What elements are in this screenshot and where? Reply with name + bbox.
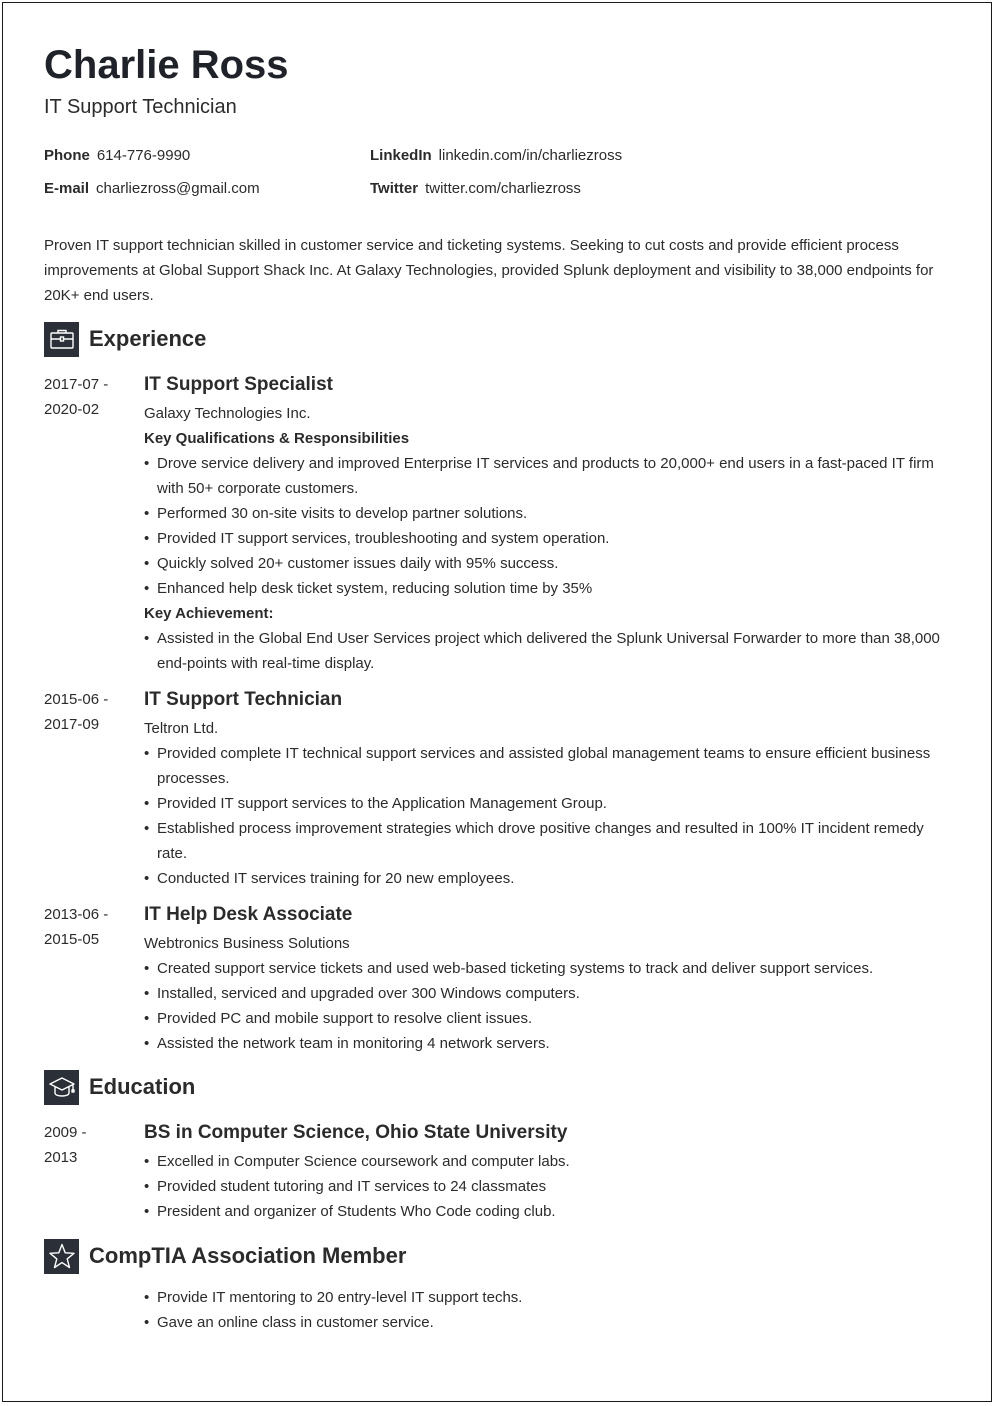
contact-email-value: charliezross@gmail.com xyxy=(96,180,260,197)
summary: Proven IT support technician skilled in … xyxy=(44,237,934,304)
list-item: Provided IT support services, troublesho… xyxy=(144,526,944,551)
entry-start-date: 2009 - xyxy=(44,1124,87,1141)
contact-phone-label: Phone xyxy=(44,147,90,164)
candidate-name: Charlie Ross xyxy=(44,43,289,87)
membership-section-title: CompTIA Association Member xyxy=(89,1243,407,1268)
contact-email: E-mail charliezross@gmail.com xyxy=(44,180,260,197)
briefcase-icon xyxy=(44,321,79,357)
entry-end-date: 2017-09 xyxy=(44,716,100,733)
star-icon xyxy=(44,1238,79,1274)
contact-linkedin-label: LinkedIn xyxy=(370,147,432,164)
job-title: IT Support Specialist xyxy=(144,374,333,395)
list-item: Provided PC and mobile support to resolv… xyxy=(144,1006,944,1031)
experience-section-title: Experience xyxy=(89,326,207,351)
list-item: Established process improvement strategi… xyxy=(144,816,944,866)
entry-end-date: 2015-05 xyxy=(44,931,100,948)
membership-section-header: CompTIA Association Member xyxy=(44,1238,406,1274)
entry-start-date: 2017-07 - xyxy=(44,376,109,393)
company-name: Galaxy Technologies Inc. xyxy=(144,405,311,422)
list-item: Quickly solved 20+ customer issues daily… xyxy=(144,551,944,576)
subheading-qualifications: Key Qualifications & Responsibilities xyxy=(144,430,410,447)
list-item: Conducted IT services training for 20 ne… xyxy=(144,866,944,891)
entry-end-date: 2020-02 xyxy=(44,401,100,418)
contact-twitter-value: twitter.com/charliezross xyxy=(425,180,581,197)
responsibility-list: Created support service tickets and used… xyxy=(144,956,944,1056)
contact-linkedin: LinkedIn linkedin.com/in/charliezross xyxy=(370,147,622,164)
responsibility-list: Provided complete IT technical support s… xyxy=(144,741,944,891)
company-name: Teltron Ltd. xyxy=(144,720,219,737)
list-item: Provided IT support services to the Appl… xyxy=(144,791,944,816)
list-item: Assisted the network team in monitoring … xyxy=(144,1031,944,1056)
entry-dates: 2017-07 - 2020-02 xyxy=(44,372,134,422)
list-item: Provide IT mentoring to 20 entry-level I… xyxy=(144,1285,944,1310)
graduation-cap-icon xyxy=(44,1069,79,1105)
membership-list: Provide IT mentoring to 20 entry-level I… xyxy=(144,1285,944,1335)
contact-phone-value: 614-776-9990 xyxy=(96,147,191,164)
job-title: IT Help Desk Associate xyxy=(144,904,353,925)
contact-linkedin-value: linkedin.com/in/charliezross xyxy=(438,147,623,164)
entry-end-date: 2013 xyxy=(44,1149,78,1166)
contact-twitter-label: Twitter xyxy=(370,180,419,197)
company-name: Webtronics Business Solutions xyxy=(144,935,350,952)
list-item: Assisted in the Global End User Services… xyxy=(144,626,944,676)
education-section-header: Education xyxy=(44,1069,195,1105)
degree-title: BS in Computer Science, Ohio State Unive… xyxy=(144,1122,568,1143)
list-item: President and organizer of Students Who … xyxy=(144,1199,944,1224)
entry-dates: 2009 - 2013 xyxy=(44,1120,134,1170)
list-item: Installed, serviced and upgraded over 30… xyxy=(144,981,944,1006)
contact-email-label: E-mail xyxy=(44,180,90,197)
education-section-title: Education xyxy=(89,1074,196,1099)
entry-start-date: 2013-06 - xyxy=(44,906,109,923)
responsibility-list: Drove service delivery and improved Ente… xyxy=(144,451,944,601)
experience-section-header: Experience xyxy=(44,321,206,357)
list-item: Excelled in Computer Science coursework … xyxy=(144,1149,944,1174)
achievement-list: Assisted in the Global End User Services… xyxy=(144,626,944,676)
entry-body: IT Help Desk Associate Webtronics Busine… xyxy=(144,902,944,1056)
list-item: Created support service tickets and used… xyxy=(144,956,944,981)
list-item: Gave an online class in customer service… xyxy=(144,1310,944,1335)
list-item: Drove service delivery and improved Ente… xyxy=(144,451,944,501)
list-item: Enhanced help desk ticket system, reduci… xyxy=(144,576,944,601)
list-item: Provided student tutoring and IT service… xyxy=(144,1174,944,1199)
entry-dates: 2015-06 - 2017-09 xyxy=(44,687,134,737)
subheading-achievement: Key Achievement: xyxy=(144,605,274,622)
contact-twitter: Twitter twitter.com/charliezross xyxy=(370,180,581,197)
contact-phone: Phone 614-776-9990 xyxy=(44,147,190,164)
job-title: IT Support Technician xyxy=(144,689,343,710)
education-list: Excelled in Computer Science coursework … xyxy=(144,1149,944,1224)
list-item: Provided complete IT technical support s… xyxy=(144,741,944,791)
resume-page: Charlie Ross IT Support Technician Phone… xyxy=(2,2,992,1402)
entry-body: Provide IT mentoring to 20 entry-level I… xyxy=(144,1285,944,1335)
list-item: Performed 30 on-site visits to develop p… xyxy=(144,501,944,526)
entry-body: IT Support Specialist Galaxy Technologie… xyxy=(144,372,944,676)
entry-start-date: 2015-06 - xyxy=(44,691,109,708)
entry-body: BS in Computer Science, Ohio State Unive… xyxy=(144,1120,944,1224)
entry-dates: 2013-06 - 2015-05 xyxy=(44,902,134,952)
entry-body: IT Support Technician Teltron Ltd. Provi… xyxy=(144,687,944,891)
candidate-title: IT Support Technician xyxy=(44,96,237,118)
